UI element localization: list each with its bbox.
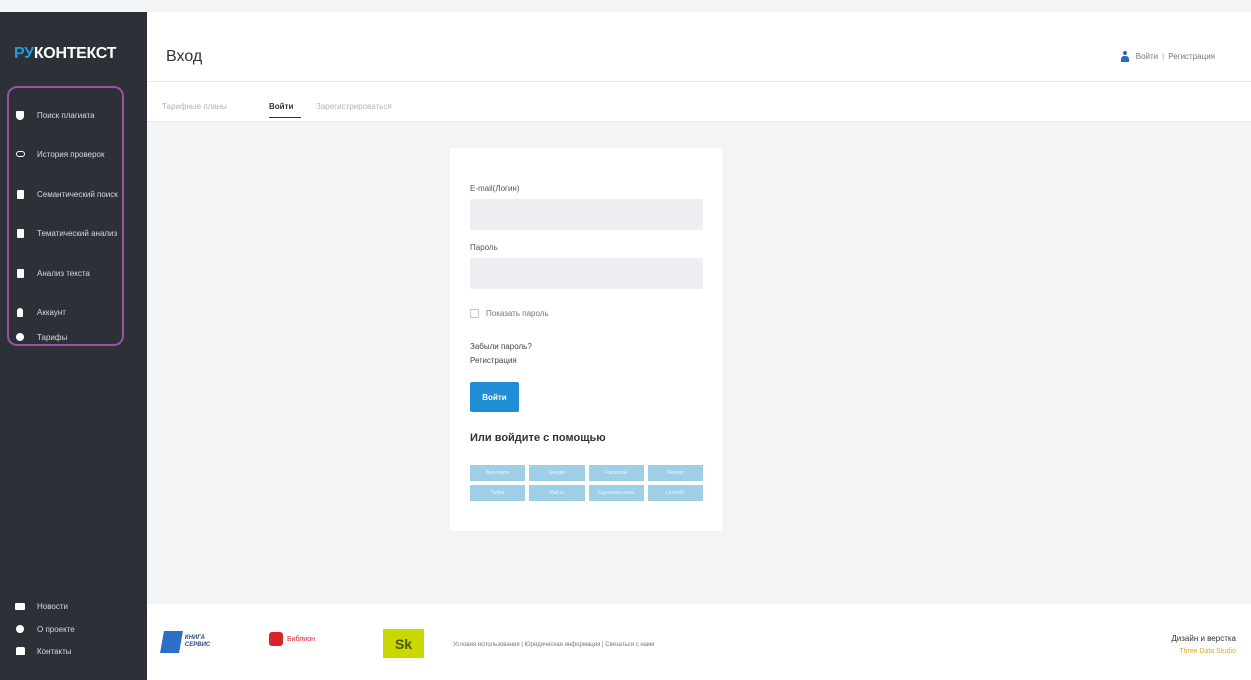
login-card: E-mail(Логин) Пароль Показать пароль Заб… [450, 148, 723, 531]
password-field[interactable] [470, 258, 703, 289]
sidebar-item-about[interactable]: О проекте [15, 624, 125, 634]
show-password-checkbox[interactable]: Показать пароль [470, 309, 549, 318]
show-password-label: Показать пароль [486, 309, 549, 318]
header-login-link[interactable]: Войти [1136, 52, 1158, 61]
password-label: Пароль [470, 243, 498, 252]
footer-links[interactable]: Условия использования | Юридическая инфо… [453, 642, 654, 648]
user-area: Войти | Регистрация [1120, 51, 1215, 62]
social-button[interactable]: LinkedIn [647, 485, 703, 501]
header-separator: | [1162, 52, 1165, 61]
news-icon [15, 601, 25, 611]
sidebar-item-news[interactable]: Новости [15, 601, 125, 611]
page-title: Вход [166, 48, 203, 65]
sidebar-item-text-analysis[interactable]: Анализ текста [15, 268, 125, 278]
tab-tariffs[interactable]: Тарифные планы [162, 102, 227, 111]
document-icon [15, 189, 25, 199]
sidebar-item-label: Семантический поиск [37, 189, 118, 199]
credit-studio-link[interactable]: Three Data Studio [1171, 645, 1236, 658]
sidebar-item-account[interactable]: Аккаунт [15, 307, 125, 317]
tab-login[interactable]: Войти [269, 102, 293, 111]
social-button[interactable]: Яндекс [647, 465, 703, 481]
document-icon [15, 268, 25, 278]
biblion-mark-icon [269, 632, 283, 646]
checkbox-box[interactable] [470, 309, 479, 318]
sidebar-item-label: История проверок [37, 149, 105, 159]
document-icon [15, 228, 25, 238]
design-credit: Дизайн и верстка Three Data Studio [1171, 632, 1236, 658]
sidebar-item-label: Контакты [37, 646, 72, 656]
sidebar-item-semantic[interactable]: Семантический поиск [15, 189, 125, 199]
history-icon [15, 149, 25, 159]
social-login-title: Или войдите с помощью [470, 432, 606, 444]
sidebar-item-plagiarism[interactable]: Поиск плагиата [15, 110, 125, 120]
sidebar-item-label: Аккаунт [37, 307, 66, 317]
social-button[interactable]: Twitter [470, 485, 526, 501]
sidebar-item-thematic[interactable]: Тематический анализ [15, 228, 125, 238]
sidebar: РУКОНТЕКСТ Поиск плагиата История провер… [0, 12, 147, 680]
top-header: Вход Войти | Регистрация [147, 12, 1251, 82]
sidebar-item-label: Новости [37, 601, 68, 611]
sidebar-item-label: Тематический анализ [37, 228, 118, 238]
login-button[interactable]: Войти [470, 382, 519, 412]
active-tab-indicator [269, 117, 301, 118]
shield-icon [15, 110, 25, 120]
sidebar-item-label: О проекте [37, 624, 75, 634]
app-logo[interactable]: РУКОНТЕКСТ [14, 45, 116, 63]
sidebar-item-label: Тарифы [37, 332, 68, 342]
social-button[interactable]: Facebook [588, 465, 644, 481]
tariff-icon [15, 332, 25, 342]
social-button[interactable]: Mail.ru [529, 485, 585, 501]
social-login-grid: Вконтакте Google Facebook Яндекс Twitter… [470, 465, 703, 501]
footer: КНИГА СЕРВИС Библион Sk Условия использо… [147, 604, 1251, 680]
sidebar-item-label: Анализ текста [37, 268, 90, 278]
kniga-mark-icon [160, 631, 183, 653]
sidebar-item-history[interactable]: История проверок [15, 149, 125, 159]
tab-bar: Тарифные планы Войти Зарегистрироваться [147, 82, 1251, 122]
register-link[interactable]: Регистрация [470, 356, 517, 365]
email-field[interactable] [470, 199, 703, 230]
kniga-servis-logo[interactable]: КНИГА СЕРВИС [160, 629, 222, 655]
sidebar-item-label: Поиск плагиата [37, 110, 95, 120]
forgot-password-link[interactable]: Забыли пароль? [470, 342, 532, 351]
info-icon [15, 624, 25, 634]
social-button[interactable]: Google [529, 465, 585, 481]
email-label: E-mail(Логин) [470, 184, 520, 193]
user-icon [15, 307, 25, 317]
social-button[interactable]: Одноклассники [588, 485, 644, 501]
header-register-link[interactable]: Регистрация [1168, 52, 1215, 61]
social-button[interactable]: Вконтакте [470, 465, 526, 481]
biblion-logo[interactable]: Библион [269, 632, 315, 646]
contacts-icon [15, 646, 25, 656]
skolkovo-logo[interactable]: Sk [383, 629, 424, 658]
sidebar-item-tariffs[interactable]: Тарифы [15, 332, 125, 342]
tab-register[interactable]: Зарегистрироваться [316, 102, 392, 111]
sidebar-item-contacts[interactable]: Контакты [15, 646, 125, 656]
credit-label: Дизайн и верстка [1171, 634, 1236, 643]
user-icon [1120, 51, 1129, 62]
